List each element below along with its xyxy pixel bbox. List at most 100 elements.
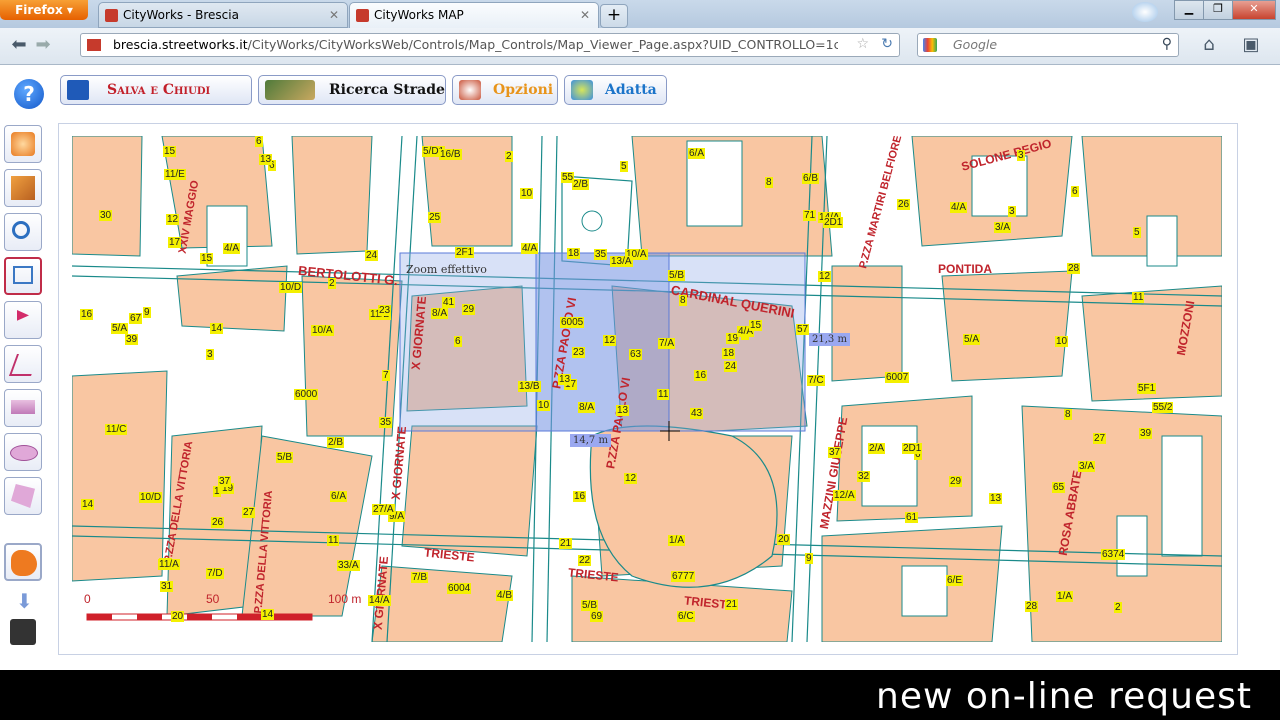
bookmark-star-icon[interactable]: ☆ [856,36,869,52]
house-number-label: 10/D [139,492,163,503]
tab-close-icon[interactable]: ✕ [580,3,590,28]
house-number-label: 2 [1114,602,1122,613]
house-number-label: 9 [143,307,151,318]
house-number-label: 41 [442,297,456,308]
place-marker-tool-icon[interactable] [4,301,42,339]
draw-ellipse-tool-icon[interactable] [4,433,42,471]
measure-label-horizontal: 21,3 m [809,333,850,346]
house-number-label: 13/B [518,381,541,392]
minimize-button[interactable]: ▁ [1174,0,1204,20]
browser-titlebar: Firefox ▾ CityWorks - Brescia ✕ CityWork… [0,0,1280,28]
zoom-area-tool-icon[interactable] [4,169,42,207]
firefox-menu-button[interactable]: Firefox ▾ [0,0,88,20]
house-number-label: 14 [261,609,275,620]
house-number-label: 37 [218,476,232,487]
house-number-label: 2D1 [823,217,844,228]
house-number-label: 37 [828,447,842,458]
options-label: Opzioni [493,82,554,98]
house-number-label: 10 [1055,336,1069,347]
restore-button[interactable]: ❐ [1203,0,1233,20]
street-search-button[interactable]: Ricerca Strade [258,75,446,105]
tab-cityworks-map[interactable]: CityWorks MAP ✕ [349,2,599,28]
addon-icon[interactable]: ▣ [1236,34,1266,56]
house-number-label: 5/B [276,452,294,463]
house-number-label: 2/B [327,437,345,448]
house-number-label: 11/A [158,559,180,570]
house-number-label: 12 [603,335,617,346]
house-number-label: 69 [590,611,604,622]
home-icon[interactable]: ⌂ [1198,34,1220,56]
fit-button[interactable]: Adatta [564,75,667,105]
layer-shape-icon[interactable] [4,543,42,581]
house-number-label: 8 [765,177,773,188]
save-close-label: Salva e Chiudi [107,82,211,98]
house-number-label: 2D1 [902,443,923,454]
save-close-button[interactable]: Salva e Chiudi [60,75,252,105]
tab-label: CityWorks MAP [374,8,464,22]
help-button[interactable]: ? [14,79,44,109]
house-number-label: 39 [1139,428,1153,439]
map-canvas[interactable]: BERTOLOTTI G. CARDINAL QUERINI P.ZZA PAO… [72,136,1222,642]
house-number-label: 6005 [560,317,585,328]
house-number-label: 16 [694,370,708,381]
reload-icon[interactable]: ↻ [881,36,893,52]
house-number-label: 9 [805,553,813,564]
house-number-label: 6/C [677,611,695,622]
house-number-label: 4/A [223,243,241,254]
back-button[interactable]: ⬅ [8,34,30,56]
house-number-label: 16 [80,309,94,320]
pan-tool-icon[interactable] [4,125,42,163]
house-number-label: 11/E [164,169,186,180]
search-icon[interactable]: ⚲ [1162,36,1172,52]
arrow-down-icon: ⬇ [16,589,33,613]
house-number-label: 26 [211,517,225,528]
house-number-label: 10 [520,188,534,199]
new-tab-button[interactable]: + [600,4,628,28]
measure-tool-icon[interactable] [4,389,42,427]
zoom-box-tool-icon[interactable] [4,257,42,295]
house-number-label: 71 [803,210,817,221]
house-number-label: 25 [428,212,442,223]
house-number-label: 7 [382,370,390,381]
house-number-label: 61 [905,512,919,523]
draw-line-tool-icon[interactable] [4,345,42,383]
fit-label: Adatta [605,82,657,98]
house-number-label: 29 [949,476,963,487]
house-number-label: 33/A [337,560,360,571]
house-number-label: 12/A [833,490,856,501]
url-bar[interactable]: brescia.streetworks.it/CityWorks/CityWor… [80,33,900,57]
site-icon [87,39,101,51]
forward-button[interactable]: ➡ [32,34,54,56]
tab-close-icon[interactable]: ✕ [329,3,339,28]
bing-icon[interactable] [1132,2,1158,22]
house-number-label: 5/B [581,600,599,611]
magnifier-tool-icon[interactable] [4,213,42,251]
close-window-button[interactable]: ✕ [1232,0,1276,20]
house-number-label: 35 [594,249,608,260]
search-bar[interactable]: Google ⚲ [917,33,1179,57]
map-frame: BERTOLOTTI G. CARDINAL QUERINI P.ZZA PAO… [58,123,1238,655]
house-number-label: 3 [206,349,214,360]
house-number-label: 27/A [372,504,395,515]
house-number-label: 23 [572,347,586,358]
house-number-label: 17 [168,237,182,248]
google-icon [923,38,937,52]
house-number-label: 10/A [311,325,334,336]
house-number-label: 16/B [439,149,462,160]
house-number-label: 4/B [496,590,514,601]
house-number-label: 32 [857,471,871,482]
house-number-label: 13 [259,154,273,165]
house-number-label: 8/A [578,402,596,413]
house-number-label: 5F1 [1137,383,1157,394]
map-tools-column: ⬇ [0,123,56,663]
map-svg [72,136,1222,642]
zoom-box [399,252,806,441]
tab-cityworks-brescia[interactable]: CityWorks - Brescia ✕ [98,2,348,28]
save-icon[interactable] [4,613,42,651]
street-search-label: Ricerca Strade [329,82,445,98]
house-number-label: 12 [166,214,180,225]
house-number-label: 8 [679,295,687,306]
house-number-label: 6/A [330,491,348,502]
options-button[interactable]: Opzioni [452,75,558,105]
draw-polygon-tool-icon[interactable] [4,477,42,515]
